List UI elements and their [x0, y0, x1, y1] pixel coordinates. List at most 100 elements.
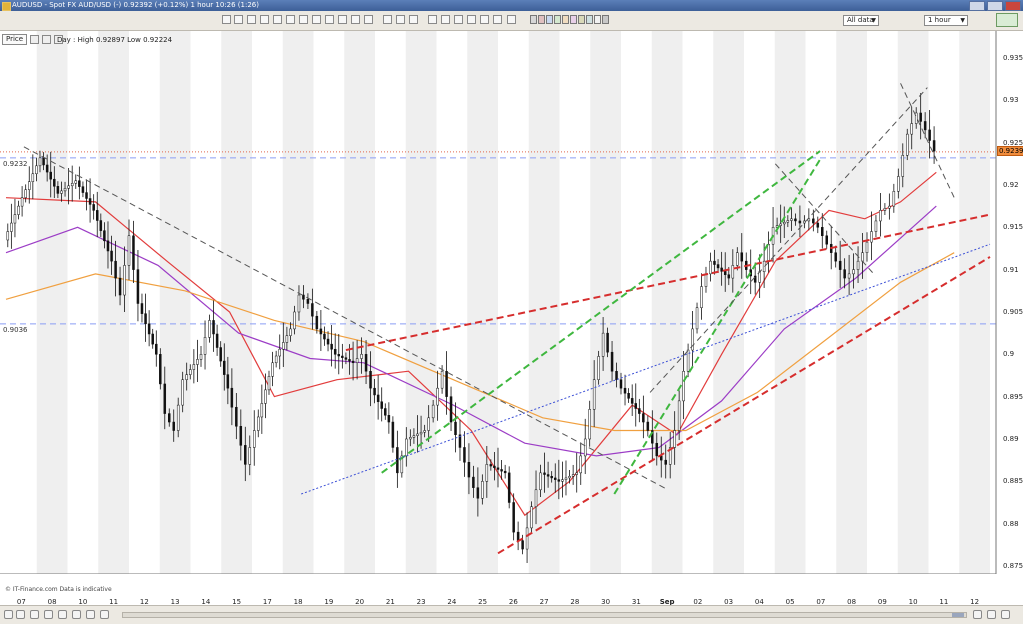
- y-tick-label: 0.905: [1003, 307, 1023, 316]
- settings-icon[interactable]: [100, 610, 109, 619]
- text-tool-icon[interactable]: [364, 15, 373, 24]
- line-type-icon[interactable]: [72, 610, 81, 619]
- candle-body: [92, 204, 95, 211]
- candle-body: [239, 426, 243, 446]
- candle-body: [235, 406, 238, 427]
- cycle-tool-icon[interactable]: [480, 15, 489, 24]
- fibonacci-tool-icon[interactable]: [325, 15, 334, 24]
- candle-body: [176, 404, 180, 431]
- candle-body: [248, 447, 252, 465]
- candle-body: [172, 421, 175, 431]
- current-price-tag: 0.92392: [997, 146, 1023, 156]
- scrollbar-thumb[interactable]: [952, 613, 964, 617]
- candle-body: [897, 176, 900, 192]
- candle-body: [440, 370, 444, 389]
- candle-body: [727, 274, 731, 279]
- candle-body: [467, 462, 471, 478]
- candle-body: [539, 472, 542, 491]
- candle-body: [369, 370, 372, 389]
- candle-body: [463, 447, 466, 463]
- bar-type-icon[interactable]: [44, 610, 53, 619]
- color-swatch[interactable]: [538, 15, 545, 24]
- zoom-out-icon[interactable]: [987, 610, 996, 619]
- select-tool-icon[interactable]: [234, 15, 243, 24]
- level-label-lower: 0.9036: [3, 326, 28, 334]
- color-swatch[interactable]: [586, 15, 593, 24]
- gann-tool-icon[interactable]: [467, 15, 476, 24]
- chevron-down-icon: ▼: [871, 17, 876, 24]
- candle-body: [534, 489, 538, 507]
- candle-body: [512, 502, 515, 533]
- interval-dropdown[interactable]: 1 hour ▼: [924, 15, 968, 26]
- hline-tool-icon[interactable]: [286, 15, 295, 24]
- color-swatch[interactable]: [570, 15, 577, 24]
- rectangle-tool-icon[interactable]: [383, 15, 392, 24]
- close-button[interactable]: [1005, 1, 1021, 11]
- horizontal-scrollbar[interactable]: [122, 612, 967, 618]
- candle-body: [387, 415, 391, 423]
- color-swatch[interactable]: [578, 15, 585, 24]
- trash-icon[interactable]: [507, 15, 516, 24]
- pan-icon[interactable]: [973, 610, 982, 619]
- trendline-tool-icon[interactable]: [273, 15, 282, 24]
- range-dropdown[interactable]: All data ▼: [843, 15, 879, 26]
- candle-body: [24, 189, 27, 198]
- y-tick-label: 0.9: [1003, 350, 1015, 359]
- area-type-icon[interactable]: [86, 610, 95, 619]
- zoom-in-icon[interactable]: [1001, 610, 1010, 619]
- candle-body: [88, 198, 92, 205]
- candle-body: [571, 474, 575, 477]
- candle-body: [449, 396, 453, 423]
- chart-bottom-bar: [0, 605, 1023, 624]
- candle-body: [627, 393, 630, 399]
- pitchfork-tool-icon[interactable]: [454, 15, 463, 24]
- candle-body: [118, 277, 122, 296]
- candle-body: [610, 351, 614, 372]
- candle-body: [767, 243, 770, 262]
- candle-body: [95, 210, 99, 221]
- color-swatch[interactable]: [546, 15, 553, 24]
- ellipse-tool-icon[interactable]: [396, 15, 405, 24]
- arrow-tool-icon[interactable]: [338, 15, 347, 24]
- label-tool-icon[interactable]: [409, 15, 418, 24]
- panel-lock-icon[interactable]: [42, 35, 52, 44]
- candle-body: [419, 431, 423, 435]
- scroll-right-icon[interactable]: [16, 610, 25, 619]
- candle-type-icon[interactable]: [58, 610, 67, 619]
- channel-tool-icon[interactable]: [312, 15, 321, 24]
- maximize-button[interactable]: [987, 1, 1003, 11]
- candle-body: [516, 531, 520, 541]
- color-swatch[interactable]: [562, 15, 569, 24]
- candle-body: [557, 479, 561, 482]
- candle-body: [731, 265, 735, 279]
- app-logo: [996, 13, 1018, 27]
- fit-icon[interactable]: [30, 610, 39, 619]
- wave-tool-icon[interactable]: [441, 15, 450, 24]
- candle-body: [619, 379, 623, 389]
- chart-area[interactable]: Price Day : High 0.92897 Low 0.92224 0.9…: [0, 31, 1023, 624]
- pencil-icon[interactable]: [260, 15, 269, 24]
- candle-body: [623, 387, 627, 394]
- minimize-button[interactable]: [969, 1, 985, 11]
- day-band: [651, 31, 683, 574]
- panel-settings-icon[interactable]: [30, 35, 40, 44]
- candle-body: [412, 435, 416, 438]
- channel2-tool-icon[interactable]: [493, 15, 502, 24]
- color-swatch[interactable]: [602, 15, 609, 24]
- cursor-icon[interactable]: [222, 15, 231, 24]
- candle-body: [230, 387, 234, 408]
- y-tick-label: 0.935: [1003, 53, 1023, 62]
- shape-tool-icon[interactable]: [351, 15, 360, 24]
- candle-body: [700, 286, 703, 308]
- pattern-tool-icon[interactable]: [428, 15, 437, 24]
- scroll-left-icon[interactable]: [4, 610, 13, 619]
- y-tick-label: 0.91: [1003, 265, 1019, 274]
- ruler-icon[interactable]: [247, 15, 256, 24]
- color-swatch[interactable]: [594, 15, 601, 24]
- vline-tool-icon[interactable]: [299, 15, 308, 24]
- color-swatch[interactable]: [530, 15, 537, 24]
- color-swatch[interactable]: [554, 15, 561, 24]
- candle-body: [856, 260, 860, 270]
- candle-body: [615, 370, 618, 380]
- candle-body: [17, 205, 20, 215]
